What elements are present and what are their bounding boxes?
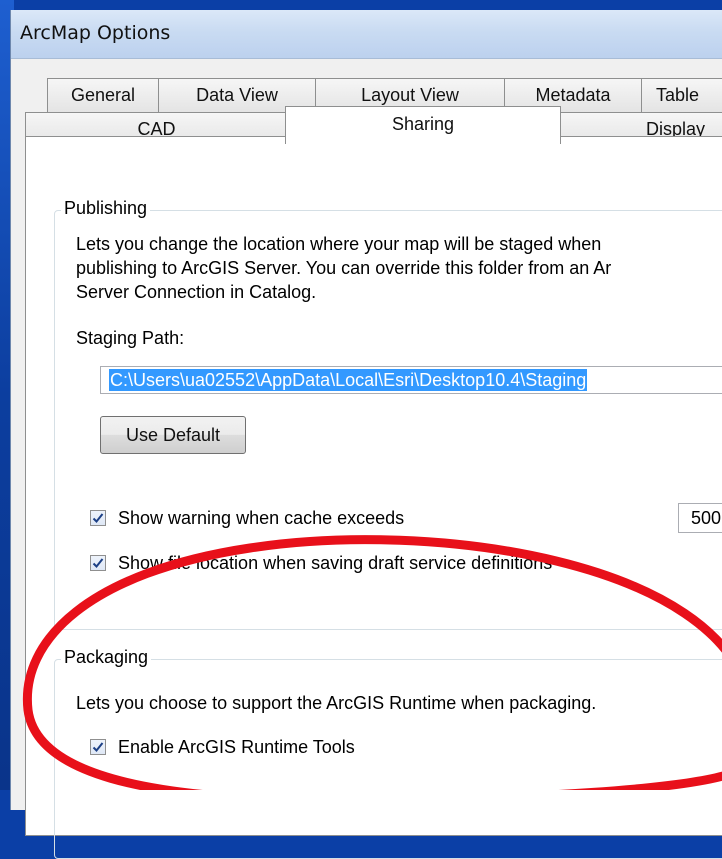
tab-sharing[interactable]: Sharing (285, 106, 561, 144)
title-bar[interactable]: ArcMap Options (11, 10, 722, 59)
tab-general[interactable]: General (47, 78, 159, 112)
show-warning-label: Show warning when cache exceeds (118, 508, 405, 528)
tab-table[interactable]: Table (641, 78, 722, 112)
publishing-description-line-3: Server Connection in Catalog. (76, 282, 317, 302)
arcmap-options-dialog: ArcMap Options General Data View Layout … (10, 10, 722, 859)
packaging-group (54, 659, 722, 859)
show-file-location-checkbox[interactable] (90, 555, 106, 571)
publishing-group-label: Publishing (61, 198, 151, 219)
show-file-location-label: Show file location when saving draft ser… (118, 553, 553, 573)
enable-runtime-label: Enable ArcGIS Runtime Tools (118, 737, 355, 757)
checkmark-icon (92, 742, 104, 752)
sharing-tab-panel: Publishing Lets you change the location … (25, 136, 722, 859)
window-title: ArcMap Options (20, 22, 171, 44)
packaging-group-label: Packaging (61, 647, 152, 668)
packaging-description: Lets you choose to support the ArcGIS Ru… (76, 693, 597, 713)
checkmark-icon (92, 513, 104, 523)
publishing-description-line-1: Lets you change the location where your … (76, 234, 602, 254)
enable-runtime-checkbox[interactable] (90, 739, 106, 755)
staging-path-value: C:\Users\ua02552\AppData\Local\Esri\Desk… (109, 369, 588, 391)
staging-path-input[interactable]: C:\Users\ua02552\AppData\Local\Esri\Desk… (100, 366, 722, 394)
use-default-button[interactable]: Use Default (100, 416, 246, 454)
cache-size-input[interactable]: 500 (678, 503, 722, 533)
staging-path-label: Staging Path: (76, 328, 185, 348)
publishing-description-line-2: publishing to ArcGIS Server. You can ove… (76, 258, 612, 278)
checkmark-icon (92, 558, 104, 568)
show-warning-checkbox[interactable] (90, 510, 106, 526)
